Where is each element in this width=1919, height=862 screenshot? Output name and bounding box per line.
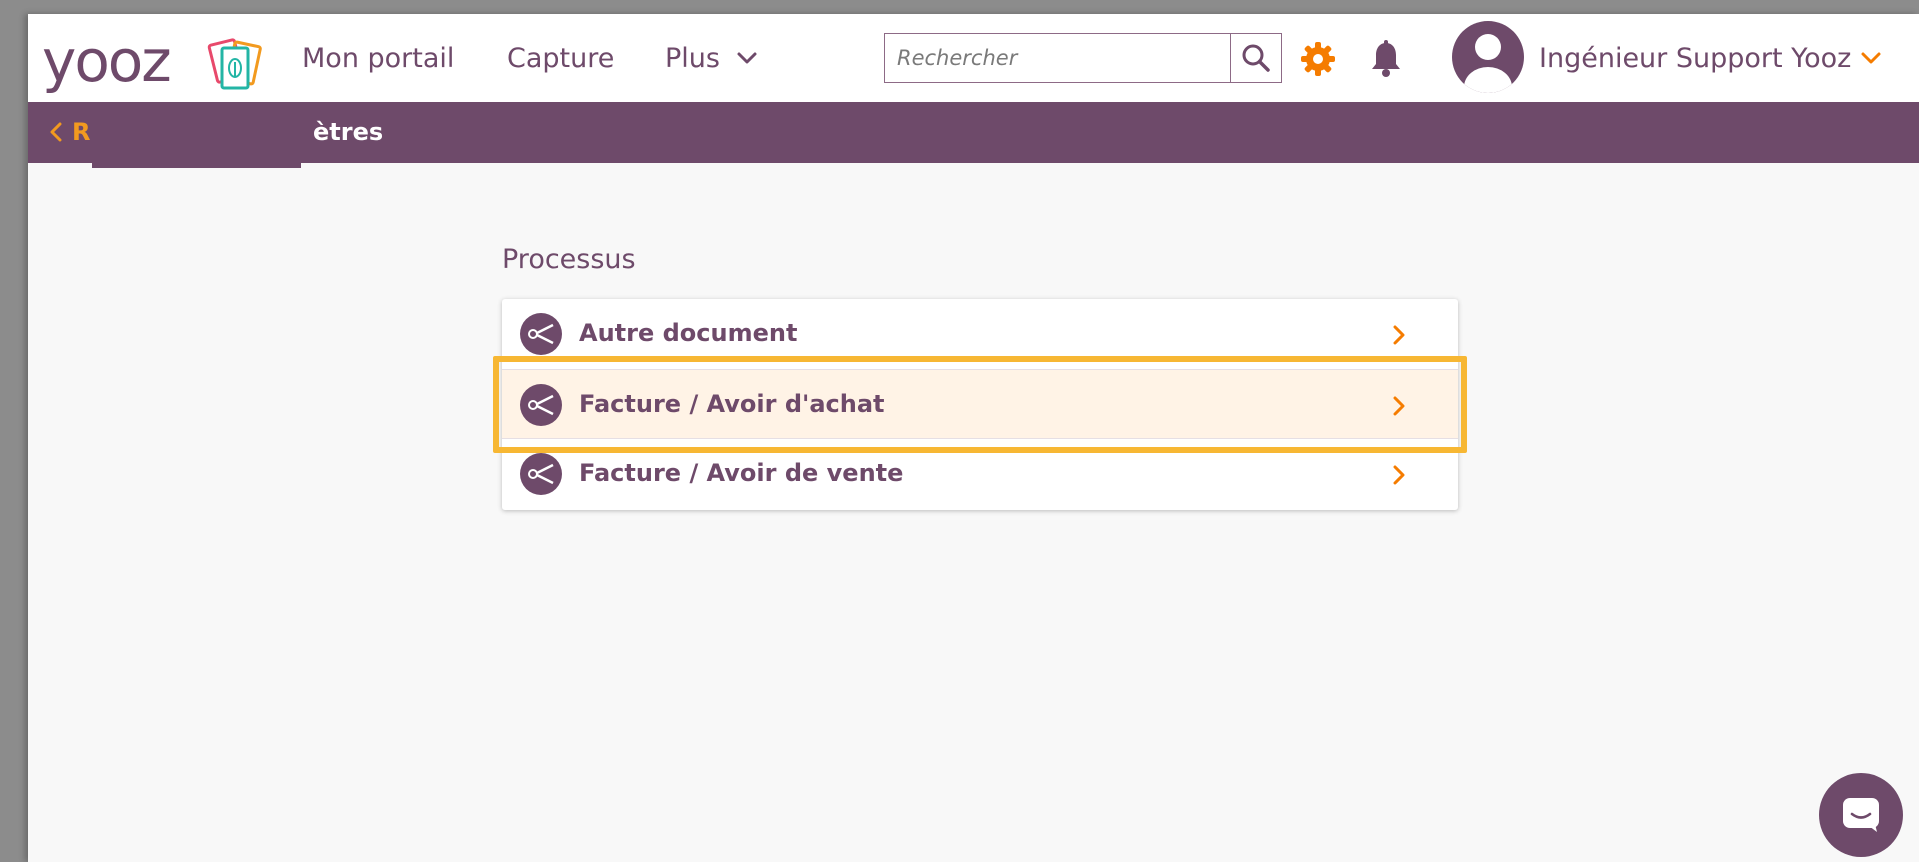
process-list: Autre document Facture / Avoir d'achat F…: [502, 299, 1458, 510]
list-item-facture-avoir-achat[interactable]: Facture / Avoir d'achat: [502, 369, 1458, 439]
breadcrumb-current: ètres: [313, 118, 384, 146]
chevron-right-icon: [1393, 325, 1405, 345]
search-box: [884, 33, 1282, 83]
redacted-area: [92, 102, 301, 168]
search-input[interactable]: [885, 34, 1230, 82]
share-icon: [520, 453, 562, 495]
gear-icon: [1301, 42, 1335, 76]
settings-button[interactable]: [1298, 39, 1338, 79]
breadcrumb: R ètres: [28, 102, 1919, 168]
nav-plus[interactable]: Plus: [665, 42, 720, 76]
top-navbar: yooz Mon portail Capture Plus Rechercher…: [28, 14, 1919, 102]
list-item-label: Facture / Avoir de vente: [579, 459, 904, 487]
chevron-down-icon[interactable]: [736, 50, 758, 66]
chevron-right-icon: [1393, 465, 1405, 485]
user-avatar-icon[interactable]: [1452, 21, 1524, 93]
nav-mon-portail[interactable]: Mon portail: [302, 42, 454, 76]
chat-button[interactable]: [1819, 773, 1903, 857]
user-silhouette-icon: [1464, 34, 1512, 93]
list-item-label: Facture / Avoir d'achat: [579, 390, 885, 418]
share-icon: [520, 384, 562, 426]
user-name: Ingénieur Support Yooz: [1539, 43, 1852, 74]
list-item-facture-avoir-vente[interactable]: Facture / Avoir de vente: [502, 439, 1458, 509]
chevron-left-icon: [50, 122, 62, 142]
share-icon: [520, 313, 562, 355]
nav-capture[interactable]: Capture: [507, 42, 614, 76]
logo-cards-icon: [207, 38, 262, 90]
list-item-label: Autre document: [579, 319, 798, 347]
app-window: yooz Mon portail Capture Plus Rechercher…: [28, 14, 1919, 862]
nav-plus-label: Plus: [665, 43, 720, 74]
section-title: Processus: [502, 244, 636, 275]
chat-icon: [1843, 798, 1879, 832]
user-menu[interactable]: Ingénieur Support Yooz: [1539, 42, 1851, 76]
list-item-autre-document[interactable]: Autre document: [502, 299, 1458, 369]
bell-icon: [1372, 40, 1400, 77]
chevron-right-icon: [1393, 396, 1405, 416]
breadcrumb-back-link[interactable]: R: [48, 116, 90, 148]
breadcrumb-back-label: R: [72, 118, 91, 146]
chevron-down-icon[interactable]: [1860, 50, 1882, 66]
search-button[interactable]: [1230, 34, 1281, 82]
notifications-button[interactable]: [1366, 39, 1406, 79]
logo-text: yooz: [42, 27, 172, 95]
search-icon: [1242, 44, 1270, 72]
